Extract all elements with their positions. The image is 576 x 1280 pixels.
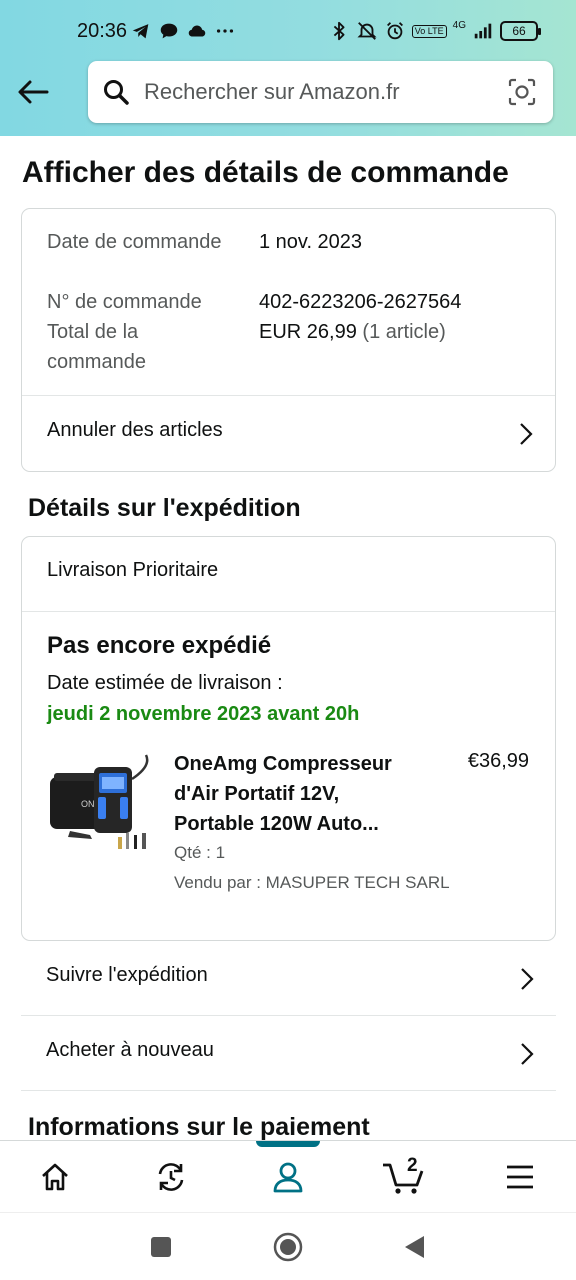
circle-home-icon bbox=[273, 1232, 303, 1262]
status-left-icons bbox=[130, 18, 236, 44]
order-date-value: 1 nov. 2023 bbox=[259, 231, 363, 253]
page-title: Afficher des détails de commande bbox=[22, 156, 509, 189]
product-quantity: Qté : 1 bbox=[174, 843, 226, 862]
account-icon bbox=[273, 1162, 303, 1193]
nav-account[interactable] bbox=[248, 1141, 328, 1213]
nav-cart[interactable]: 2 bbox=[363, 1141, 443, 1213]
delivery-estimate-label: Date estimée de livraison : bbox=[47, 672, 283, 694]
square-icon bbox=[151, 1237, 171, 1257]
chevron-right-icon bbox=[521, 1043, 534, 1065]
status-right-icons: Vo LTE 4G 66 bbox=[328, 18, 541, 44]
track-shipment-row[interactable]: Suivre l'expédition bbox=[21, 942, 556, 1016]
shipment-status: Pas encore expédié bbox=[47, 632, 272, 659]
telegram-icon bbox=[132, 24, 149, 39]
nav-home[interactable] bbox=[15, 1141, 95, 1213]
bluetooth-icon bbox=[333, 21, 345, 41]
payment-section-title: Informations sur le paiement bbox=[28, 1113, 370, 1141]
product-seller: Vendu par : MASUPER TECH SARL bbox=[174, 873, 450, 892]
volte-badge: Vo LTE bbox=[411, 24, 447, 38]
cancel-items-row[interactable]: Annuler des articles bbox=[22, 396, 555, 472]
chevron-right-icon bbox=[520, 423, 533, 445]
order-total-label: Total de la commande bbox=[47, 321, 146, 373]
status-time: 20:36 bbox=[77, 20, 128, 42]
recents-button[interactable] bbox=[145, 1231, 177, 1263]
product-image[interactable]: ONE bbox=[48, 749, 158, 859]
order-total-items: (1 article) bbox=[362, 321, 446, 343]
product-title-line: d'Air Portatif 12V, bbox=[174, 783, 340, 805]
product-price: €36,99 bbox=[467, 750, 529, 772]
home-icon bbox=[42, 1163, 68, 1191]
refresh-icon bbox=[158, 1163, 184, 1191]
signal-icon bbox=[474, 23, 492, 39]
home-system-button[interactable] bbox=[272, 1231, 304, 1263]
camera-lens-icon[interactable] bbox=[507, 77, 537, 107]
order-total-value: EUR 26,99 bbox=[259, 321, 357, 343]
alarm-icon bbox=[386, 22, 403, 40]
track-shipment-label: Suivre l'expédition bbox=[46, 964, 208, 986]
search-icon[interactable] bbox=[102, 78, 130, 106]
back-system-button[interactable] bbox=[398, 1231, 430, 1263]
bottom-nav: 2 bbox=[0, 1140, 576, 1212]
buy-again-label: Acheter à nouveau bbox=[46, 1039, 214, 1061]
nav-menu[interactable] bbox=[480, 1141, 560, 1213]
cart-count-badge: 2 bbox=[407, 1155, 418, 1176]
order-number-value: 402-6223206-2627564 bbox=[259, 291, 462, 313]
cart-icon bbox=[383, 1163, 424, 1194]
nav-recent[interactable] bbox=[131, 1141, 211, 1213]
more-dots-icon bbox=[216, 29, 234, 33]
back-arrow-icon bbox=[18, 80, 49, 104]
order-number-label: N° de commande bbox=[47, 291, 202, 313]
product-title-link[interactable]: OneAmg Compresseur d'Air Portatif 12V, P… bbox=[174, 749, 424, 839]
status-bar: 20:36 Vo LTE 4G 66 bbox=[0, 12, 576, 52]
cloud-icon bbox=[188, 25, 206, 37]
buy-again-row[interactable]: Acheter à nouveau bbox=[21, 1017, 556, 1091]
chevron-right-icon bbox=[521, 968, 534, 990]
delivery-estimate-date: jeudi 2 novembre 2023 avant 20h bbox=[47, 703, 360, 725]
divider bbox=[22, 611, 555, 612]
chat-bubble-icon bbox=[160, 23, 178, 39]
triangle-back-icon bbox=[405, 1236, 424, 1258]
battery-icon: 66 bbox=[500, 21, 541, 41]
network-type: 4G bbox=[452, 20, 466, 31]
silent-bell-icon bbox=[357, 22, 377, 40]
shipment-card: Livraison Prioritaire Pas encore expédié… bbox=[21, 536, 556, 941]
search-input[interactable] bbox=[144, 73, 489, 111]
menu-icon bbox=[507, 1165, 533, 1189]
order-summary-card: Date de commande 1 nov. 2023 N° de comma… bbox=[21, 208, 556, 472]
shipping-method: Livraison Prioritaire bbox=[47, 559, 219, 581]
product-title-line: OneAmg Compresseur bbox=[174, 753, 392, 775]
back-button[interactable] bbox=[14, 73, 52, 111]
shipping-section-title: Détails sur l'expédition bbox=[28, 494, 301, 522]
order-date-label: Date de commande bbox=[47, 231, 222, 253]
search-bar[interactable] bbox=[88, 61, 553, 123]
product-title-line: Portable 120W Auto... bbox=[174, 813, 379, 835]
cancel-items-label: Annuler des articles bbox=[47, 419, 223, 441]
system-nav-bar bbox=[0, 1212, 576, 1280]
order-total: EUR 26,99 (1 article) bbox=[259, 317, 446, 347]
header: 20:36 Vo LTE 4G 66 bbox=[0, 0, 576, 136]
